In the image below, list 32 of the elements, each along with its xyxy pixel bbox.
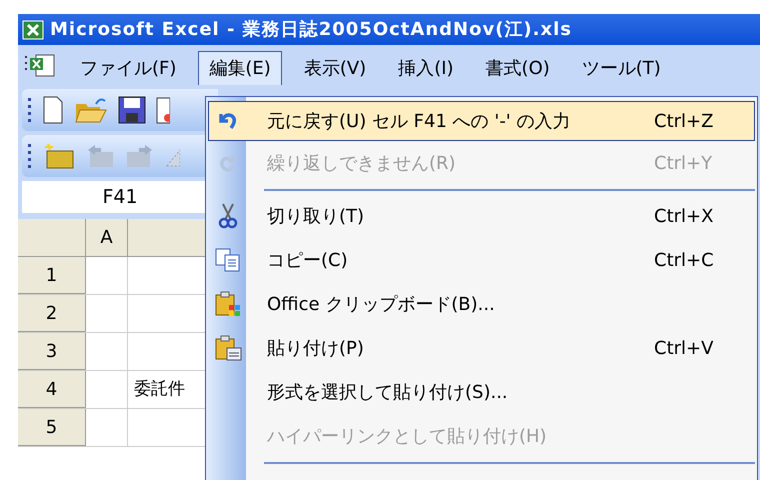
- menu-item[interactable]: ツール(T): [572, 51, 671, 85]
- new-folder-icon[interactable]: [44, 143, 74, 169]
- toolbar-grip-icon: [28, 143, 32, 169]
- scissors-icon: [218, 203, 238, 229]
- folder-back-icon[interactable]: [86, 144, 114, 168]
- document-icon[interactable]: [156, 96, 170, 124]
- column-header[interactable]: A: [86, 219, 128, 256]
- menu-item[interactable]: 貼り付け(P) Ctrl+V: [208, 326, 755, 370]
- menu-item[interactable]: コピー(C) Ctrl+C: [208, 238, 755, 282]
- folder-icon[interactable]: [74, 96, 108, 124]
- menu-item[interactable]: 編集(E): [198, 51, 282, 85]
- new-document-icon[interactable]: [42, 96, 64, 124]
- row-header[interactable]: 4: [18, 371, 86, 408]
- row-header[interactable]: 5: [18, 409, 86, 446]
- folder-forward-icon[interactable]: [126, 144, 154, 168]
- paste-icon: [214, 334, 242, 362]
- menu-item[interactable]: 元に戻す(U) セル F41 への '-' の入力 Ctrl+Z: [208, 101, 755, 141]
- menu-item[interactable]: 挿入(I): [388, 51, 464, 85]
- menu-item[interactable]: 表示(V): [294, 51, 376, 85]
- clipboard-icon: [214, 290, 242, 318]
- copy-pages-icon: [215, 248, 241, 272]
- menu-item[interactable]: Office クリップボード(B)...: [208, 282, 755, 326]
- row-header[interactable]: 2: [18, 295, 86, 332]
- window-title: Microsoft Excel - 業務日誌2005OctAndNov(江).xls: [50, 18, 572, 42]
- toolbar-grip-icon: [28, 97, 32, 123]
- menu-item[interactable]: 書式(O): [476, 51, 560, 85]
- select-all-corner[interactable]: [18, 219, 86, 256]
- spreadsheet-icon: [22, 20, 44, 40]
- menu-item[interactable]: 形式を選択して貼り付け(S)...: [208, 370, 755, 414]
- menu-item[interactable]: ファイル(F): [70, 51, 186, 85]
- row-header[interactable]: 3: [18, 333, 86, 370]
- row-header[interactable]: 1: [18, 257, 86, 294]
